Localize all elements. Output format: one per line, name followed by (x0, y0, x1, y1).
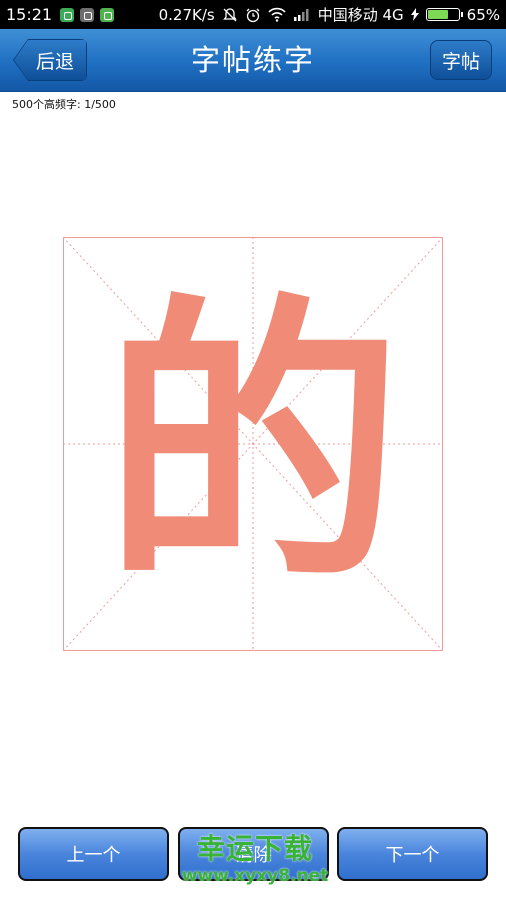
header-bar: 后退 字帖练字 字帖 (0, 29, 506, 92)
charging-icon (410, 8, 419, 21)
clear-button[interactable]: 清除 (178, 827, 329, 881)
app-notification-icon (60, 7, 75, 22)
battery-percent: 65% (466, 5, 500, 24)
character-glyph: 的 (103, 267, 403, 620)
progress-counter: 500个高频字: 1/500 (12, 98, 116, 111)
next-button[interactable]: 下一个 (337, 827, 488, 881)
carrier-name: 中国移动 4G (317, 6, 404, 24)
status-time: 15:21 (6, 5, 53, 24)
copybook-button[interactable]: 字帖 (430, 40, 492, 80)
android-notification-icon (100, 7, 115, 22)
mute-bell-icon (222, 7, 238, 23)
network-speed: 0.27K/s (158, 5, 215, 24)
alarm-icon (245, 7, 261, 23)
battery-icon (425, 8, 463, 21)
status-bar: 15:21 0.27K/s 中国移动 4G 65% (0, 0, 506, 29)
gallery-notification-icon (80, 7, 95, 22)
wifi-icon (268, 7, 286, 22)
previous-button[interactable]: 上一个 (18, 827, 169, 881)
signal-icon (293, 8, 311, 21)
